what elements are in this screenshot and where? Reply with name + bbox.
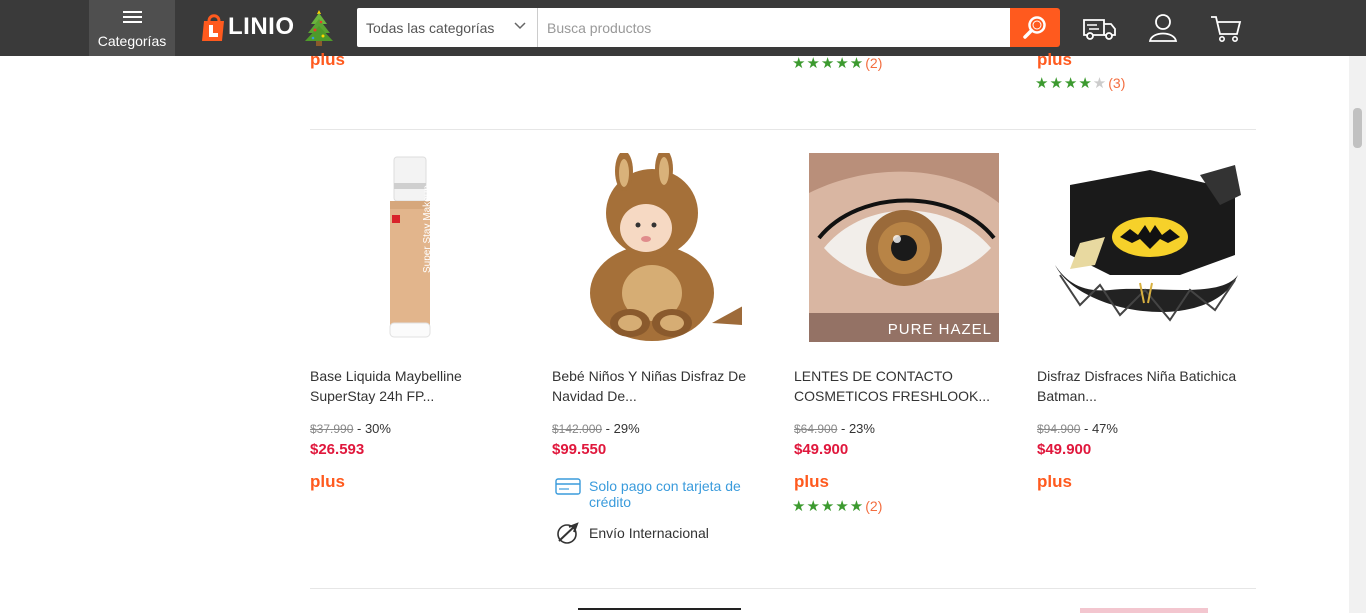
categories-label: Categorías <box>97 33 167 49</box>
row-divider <box>310 129 1256 130</box>
chevron-down-icon <box>514 22 526 30</box>
old-price: $64.900 <box>794 422 838 436</box>
product-name-line: SuperStay 24h FP... <box>310 388 435 404</box>
hamburger-icon <box>123 11 142 24</box>
product-card[interactable]: Disfraz Disfraces Niña Batichica Batman.… <box>1037 140 1257 560</box>
credit-card-only-note: Solo pago con tarjeta de crédito <box>555 478 759 510</box>
product-image-label: Super Stay Makeup <box>422 184 433 272</box>
shopping-cart-icon[interactable] <box>1208 10 1244 46</box>
product-name-line: LENTES DE CONTACTO <box>794 368 953 384</box>
old-price-row: $37.990 - 30% <box>310 421 391 436</box>
product-name-line: Disfraz Disfraces Niña Batichica <box>1037 368 1237 384</box>
search-category-value: Todas las categorías <box>366 20 495 36</box>
plus-badge: plus <box>310 50 345 69</box>
search-icon <box>1023 16 1046 39</box>
discount-percent: - 29% <box>602 421 640 436</box>
top-header: Categorías LINIO Todas las categorías <box>0 0 1366 56</box>
delivery-truck-icon[interactable] <box>1082 10 1118 46</box>
christmas-tree-icon <box>305 10 333 46</box>
star-icon: ★★★★ <box>1035 75 1093 92</box>
search-category-select[interactable]: Todas las categorías <box>357 8 538 47</box>
product-name[interactable]: Bebé Niños Y Niñas Disfraz De Navidad De… <box>552 366 764 406</box>
discount-percent: - 23% <box>837 421 875 436</box>
rating-count: (2) <box>865 498 883 514</box>
product-name-line: Base Liquida Maybelline <box>310 368 462 384</box>
star-icon: ★★★★★ <box>792 55 865 72</box>
product-card[interactable]: PURE HAZEL LENTES DE CONTACTO COSMETICOS… <box>792 140 1014 560</box>
row-divider <box>310 588 1256 589</box>
current-price: $49.900 <box>1037 441 1092 458</box>
star-icon: ★★★★★ <box>792 498 865 515</box>
airplane-globe-icon <box>557 522 579 544</box>
current-price: $26.593 <box>310 441 365 458</box>
shopping-bag-logo-icon <box>202 14 224 41</box>
next-product-image-peek <box>1080 608 1208 613</box>
plus-badge: plus <box>310 472 345 491</box>
logo-text: LINIO <box>228 13 295 40</box>
product-name-line: Bebé Niños Y Niñas Disfraz De <box>552 368 747 384</box>
page-scrollbar[interactable] <box>1349 56 1366 613</box>
plus-badge: plus <box>1037 472 1072 491</box>
product-name[interactable]: Disfraz Disfraces Niña Batichica Batman.… <box>1037 366 1249 406</box>
rating-count: (2) <box>865 55 883 71</box>
search-button[interactable] <box>1010 8 1060 47</box>
credit-card-icon <box>555 478 581 495</box>
product-image[interactable] <box>552 150 752 345</box>
product-name-line: Batman... <box>1037 388 1097 404</box>
product-name-line: Navidad De... <box>552 388 637 404</box>
old-price-row: $94.900 - 47% <box>1037 421 1118 436</box>
product-name[interactable]: LENTES DE CONTACTO COSMETICOS FRESHLOOK.… <box>794 366 1006 406</box>
product-card[interactable]: Bebé Niños Y Niñas Disfraz De Navidad De… <box>552 140 772 560</box>
star-empty-icon: ★ <box>1092 75 1108 92</box>
product-card[interactable]: Super Stay Makeup Base Liquida Maybellin… <box>310 140 530 560</box>
rating-stars: ★★★★★ (2) <box>792 497 882 515</box>
categories-menu-button[interactable]: Categorías <box>89 0 175 56</box>
plus-badge: plus <box>1037 50 1072 69</box>
product-image[interactable] <box>1050 165 1241 331</box>
old-price-row: $64.900 - 23% <box>794 421 875 436</box>
credit-card-note-text: Solo pago con tarjeta de crédito <box>589 478 741 510</box>
discount-percent: - 47% <box>1080 421 1118 436</box>
plus-badge: plus <box>794 472 829 491</box>
linio-logo[interactable]: LINIO <box>198 9 295 45</box>
international-shipping-note: Envío Internacional <box>555 521 709 545</box>
user-account-icon[interactable] <box>1145 10 1181 46</box>
old-price: $37.990 <box>310 422 354 436</box>
discount-percent: - 30% <box>353 421 391 436</box>
rating-stars: ★★★★ ★ (3) <box>1035 74 1125 92</box>
next-product-image-peek <box>578 608 741 613</box>
product-name-line: COSMETICOS FRESHLOOK... <box>794 388 991 404</box>
current-price: $49.900 <box>794 441 849 458</box>
rating-stars: ★★★★★ (2) <box>792 54 882 72</box>
shipping-note-text: Envío Internacional <box>589 525 709 541</box>
old-price: $94.900 <box>1037 422 1081 436</box>
rating-count: (3) <box>1108 75 1126 91</box>
current-price: $99.550 <box>552 441 607 458</box>
product-name[interactable]: Base Liquida Maybelline SuperStay 24h FP… <box>310 366 522 406</box>
product-image-label: PURE HAZEL <box>888 321 992 338</box>
old-price: $142.000 <box>552 422 603 436</box>
scrollbar-thumb[interactable] <box>1353 108 1362 148</box>
product-image[interactable]: PURE HAZEL <box>809 153 999 342</box>
search-input[interactable] <box>538 8 1010 47</box>
old-price-row: $142.000 - 29% <box>552 421 640 436</box>
product-image[interactable]: Super Stay Makeup <box>310 150 510 345</box>
